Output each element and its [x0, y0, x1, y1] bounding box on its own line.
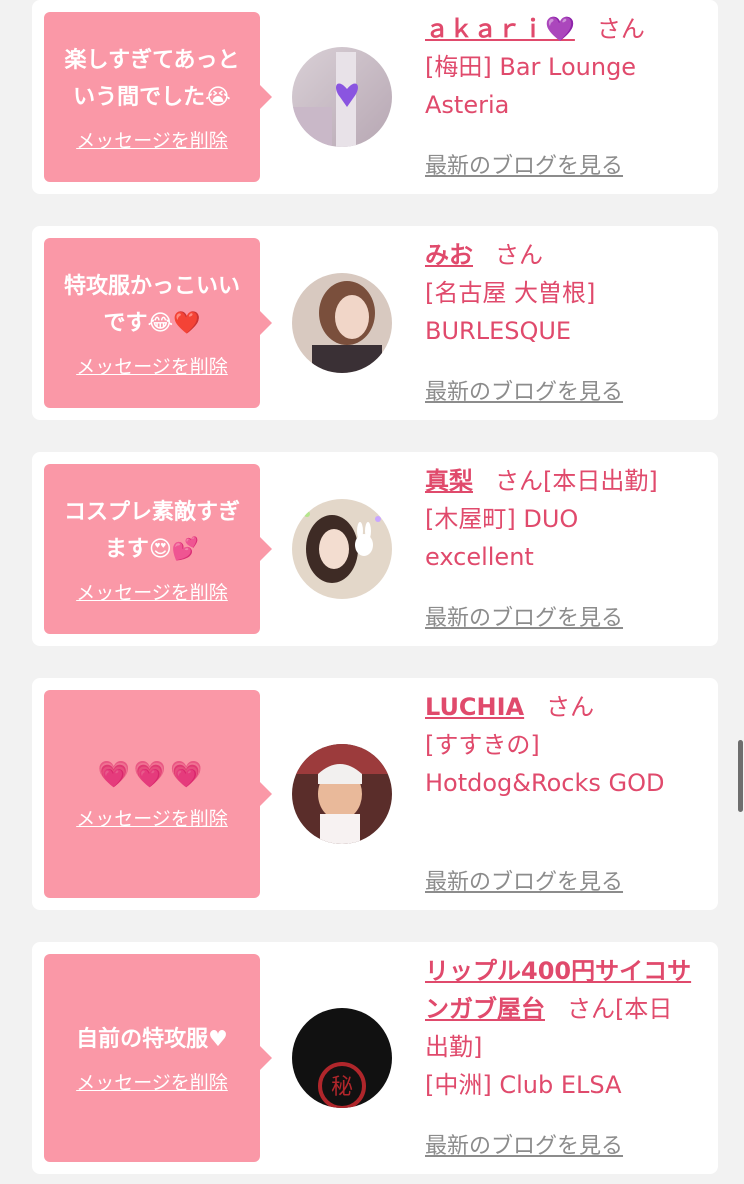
- message-card: コスプレ素敵すぎます😍💕 メッセージを削除 真梨 さん[本日出勤] [木屋町] D…: [32, 452, 718, 646]
- shop-name: [梅田] Bar Lounge Asteria: [425, 53, 637, 119]
- shop-name: [すすきの] Hotdog&Rocks GOD: [425, 731, 665, 797]
- delete-message-link[interactable]: メッセージを削除: [76, 352, 228, 379]
- avatar[interactable]: [292, 744, 392, 844]
- cast-title: ａｋａｒｉ💜 さん: [425, 10, 705, 48]
- message-bubble: 楽しすぎてあっという間でした😭 メッセージを削除: [44, 12, 272, 182]
- message-card: 💗💗💗 メッセージを削除 LUCHIA さん [すすきの] Hotdog&Rock…: [32, 678, 718, 910]
- cast-title: LUCHIA さん: [425, 688, 685, 726]
- avatar[interactable]: [292, 273, 392, 373]
- avatar[interactable]: [292, 47, 392, 147]
- message-card: 楽しすぎてあっという間でした😭 メッセージを削除 ａｋａｒｉ💜 さん [梅田] B…: [32, 0, 718, 194]
- cast-name-link[interactable]: ａｋａｒｉ💜: [425, 15, 575, 43]
- message-card: 特攻服かっこいいです😂❤️ メッセージを削除 みお さん [名古屋 大曽根] BU…: [32, 226, 718, 420]
- avatar-photo: [292, 47, 392, 147]
- cast-title: みお さん: [425, 236, 645, 274]
- cast-suffix: さん: [495, 241, 543, 269]
- cast-name-link[interactable]: みお: [425, 241, 473, 269]
- cast-title: 真梨 さん[本日出勤]: [425, 462, 705, 500]
- cast-name-link[interactable]: 真梨: [425, 467, 473, 495]
- cast-suffix: さん[本日出勤]: [495, 467, 658, 495]
- avatar-photo: 秘: [292, 1008, 392, 1108]
- delete-message-link[interactable]: メッセージを削除: [76, 1068, 228, 1095]
- message-bubble: 💗💗💗 メッセージを削除: [44, 690, 272, 898]
- svg-text:秘: 秘: [331, 1075, 353, 1100]
- message-bubble: コスプレ素敵すぎます😍💕 メッセージを削除: [44, 464, 272, 634]
- message-text: コスプレ素敵すぎます😍💕: [63, 499, 240, 562]
- avatar[interactable]: 秘: [292, 1008, 392, 1108]
- message-text: 楽しすぎてあっという間でした😭: [64, 47, 240, 110]
- message-text: 特攻服かっこいいです😂❤️: [63, 273, 240, 336]
- cast-name-link[interactable]: LUCHIA: [425, 693, 524, 721]
- avatar-photo: [292, 744, 392, 844]
- shop-name: [名古屋 大曽根] BURLESQUE: [425, 279, 596, 345]
- cast-info: 真梨 さん[本日出勤] [木屋町] DUO excellent: [425, 462, 705, 576]
- message-bubble: 特攻服かっこいいです😂❤️ メッセージを削除: [44, 238, 272, 408]
- delete-message-link[interactable]: メッセージを削除: [76, 126, 228, 153]
- message-card: 自前の特攻服♥ メッセージを削除 秘 リップル400円サイコサンガブ屋台 さん[本…: [32, 942, 718, 1174]
- view-blog-link[interactable]: 最新のブログを見る: [425, 600, 623, 632]
- scrollbar[interactable]: [738, 740, 743, 812]
- cast-info: みお さん [名古屋 大曽根] BURLESQUE: [425, 236, 645, 350]
- view-blog-link[interactable]: 最新のブログを見る: [425, 374, 623, 406]
- view-blog-link[interactable]: 最新のブログを見る: [425, 148, 623, 180]
- message-bubble: 自前の特攻服♥ メッセージを削除: [44, 954, 272, 1162]
- cast-suffix: さん: [546, 693, 595, 721]
- view-blog-link[interactable]: 最新のブログを見る: [425, 864, 623, 896]
- cast-info: ａｋａｒｉ💜 さん [梅田] Bar Lounge Asteria: [425, 10, 705, 124]
- avatar-photo: [292, 273, 392, 373]
- delete-message-link[interactable]: メッセージを削除: [76, 804, 228, 831]
- cast-info: リップル400円サイコサンガブ屋台 さん[本日出勤] [中洲] Club ELSA: [425, 952, 695, 1104]
- view-blog-link[interactable]: 最新のブログを見る: [425, 1128, 623, 1160]
- cast-suffix: さん: [596, 15, 645, 43]
- delete-message-link[interactable]: メッセージを削除: [76, 578, 228, 605]
- avatar[interactable]: [292, 499, 392, 599]
- message-text: 💗💗💗: [97, 760, 207, 790]
- message-text: 自前の特攻服♥: [76, 1027, 228, 1052]
- shop-name: [中洲] Club ELSA: [425, 1071, 622, 1099]
- cast-info: LUCHIA さん [すすきの] Hotdog&Rocks GOD: [425, 688, 685, 802]
- avatar-photo: [292, 499, 392, 599]
- cast-title: リップル400円サイコサンガブ屋台 さん[本日出勤]: [425, 952, 695, 1066]
- shop-name: [木屋町] DUO excellent: [425, 505, 579, 571]
